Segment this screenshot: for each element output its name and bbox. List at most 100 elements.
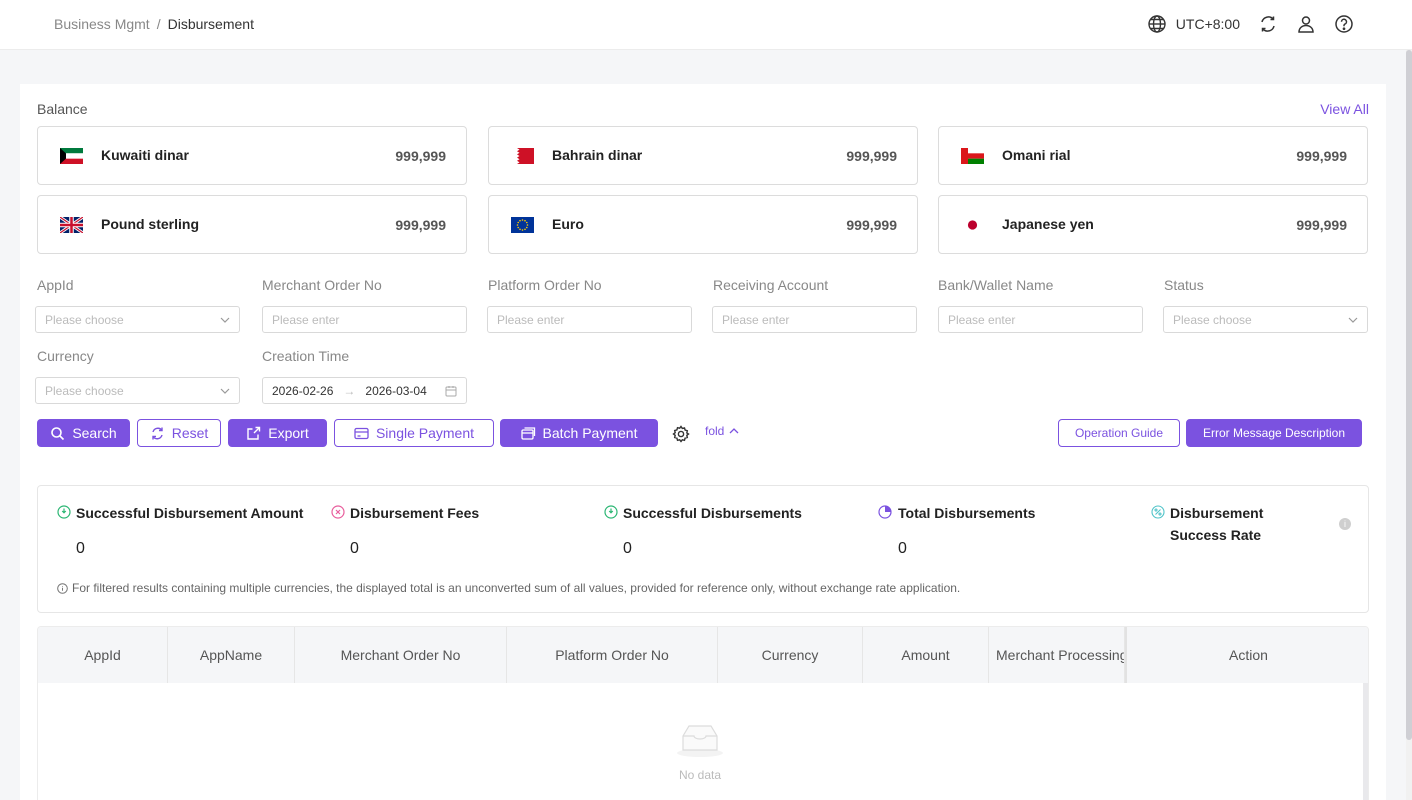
batch-payment-button[interactable]: Batch Payment — [500, 419, 658, 447]
operation-guide-label: Operation Guide — [1074, 426, 1164, 440]
column-header-currency[interactable]: Currency — [718, 627, 863, 683]
stat-value: 0 — [623, 540, 632, 557]
search-icon — [51, 426, 65, 440]
column-header-amount[interactable]: Amount — [863, 627, 989, 683]
timezone-label: UTC+8:00 — [1175, 16, 1240, 32]
help-icon[interactable] — [1334, 14, 1354, 34]
main-panel: Balance View All Kuwaiti dinar 999,999 B… — [20, 84, 1386, 800]
batch-payment-label: Batch Payment — [542, 425, 638, 441]
appid-select[interactable]: Please choose — [35, 306, 240, 333]
gear-icon[interactable] — [672, 425, 690, 443]
status-label: Status — [1164, 277, 1204, 293]
merchant-order-no-input[interactable]: Please enter — [262, 306, 467, 333]
breadcrumb-separator: / — [156, 16, 161, 32]
eu-flag-icon — [511, 217, 534, 233]
card-icon — [354, 427, 369, 439]
user-icon[interactable] — [1296, 14, 1316, 34]
statistics-panel: Successful Disbursement Amount 0 Disburs… — [37, 485, 1369, 613]
status-placeholder: Please choose — [1173, 312, 1252, 327]
uk-flag-icon — [60, 217, 83, 233]
bank-wallet-name-input[interactable]: Please enter — [938, 306, 1143, 333]
chevron-up-icon — [729, 428, 739, 434]
creation-time-range[interactable]: 2026-02-26 → 2026-03-04 — [262, 377, 467, 404]
column-header-platform-order-no[interactable]: Platform Order No — [507, 627, 718, 683]
reset-label: Reset — [171, 425, 209, 441]
receiving-account-input[interactable]: Please enter — [712, 306, 917, 333]
currency-placeholder: Please choose — [45, 383, 124, 398]
status-select[interactable]: Please choose — [1163, 306, 1368, 333]
range-arrow: → — [343, 383, 356, 398]
stat-label: Successful Disbursement Amount — [76, 505, 304, 521]
currency-select[interactable]: Please choose — [35, 377, 240, 404]
export-button[interactable]: Export — [228, 419, 327, 447]
column-header-action: Action — [1125, 627, 1368, 683]
bank-wallet-name-placeholder: Please enter — [948, 312, 1016, 327]
merchant-order-no-placeholder: Please enter — [272, 312, 340, 327]
platform-order-no-input[interactable]: Please enter — [487, 306, 692, 333]
currency-amount: 999,999 — [1296, 217, 1347, 233]
japan-flag-icon — [961, 217, 984, 233]
search-label: Search — [72, 425, 117, 441]
column-header-appname[interactable]: AppName — [168, 627, 295, 683]
success-amount-icon — [57, 505, 71, 519]
top-bar: Business Mgmt / Disbursement UTC+8:00 — [0, 0, 1412, 50]
column-header-merchant-order-no[interactable]: Merchant Order No — [295, 627, 507, 683]
empty-state: No data — [658, 722, 742, 782]
stat-value: 0 — [350, 540, 359, 557]
balance-card-eur[interactable]: Euro 999,999 — [488, 195, 918, 254]
currency-amount: 999,999 — [846, 217, 897, 233]
currency-note: For filtered results containing multiple… — [57, 581, 960, 595]
column-header-appid[interactable]: AppId — [38, 627, 168, 683]
start-date[interactable]: 2026-02-26 — [272, 384, 333, 398]
merchant-order-no-label: Merchant Order No — [262, 277, 382, 293]
reset-button[interactable]: Reset — [137, 419, 221, 447]
bahrain-flag-icon — [511, 148, 534, 164]
breadcrumb: Business Mgmt / Disbursement — [54, 16, 254, 32]
breadcrumb-parent[interactable]: Business Mgmt — [54, 16, 150, 32]
timezone-selector[interactable]: UTC+8:00 — [1147, 14, 1240, 34]
balance-card-bhd[interactable]: Bahrain dinar 999,999 — [488, 126, 918, 185]
table-header: AppId AppName Merchant Order No Platform… — [38, 627, 1368, 683]
currency-amount: 999,999 — [395, 148, 446, 164]
scrollbar-thumb[interactable] — [1406, 50, 1412, 740]
chevron-down-icon — [220, 317, 230, 323]
currency-amount: 999,999 — [1296, 148, 1347, 164]
single-payment-button[interactable]: Single Payment — [334, 419, 494, 447]
header-actions: UTC+8:00 — [1147, 14, 1354, 34]
info-icon[interactable]: i — [1339, 518, 1351, 530]
empty-box-icon — [677, 725, 723, 757]
balance-card-omr[interactable]: Omani rial 999,999 — [938, 126, 1368, 185]
stat-label: Total Disbursements — [898, 505, 1036, 521]
receiving-account-placeholder: Please enter — [722, 312, 790, 327]
balance-card-kwd[interactable]: Kuwaiti dinar 999,999 — [37, 126, 467, 185]
table-scrollbar[interactable] — [1363, 683, 1368, 800]
calendar-icon — [445, 386, 457, 397]
error-message-description-label: Error Message Description — [1202, 426, 1346, 440]
currency-name: Omani rial — [1002, 147, 1071, 163]
balance-card-jpy[interactable]: Japanese yen 999,999 — [938, 195, 1368, 254]
chevron-down-icon — [1348, 317, 1358, 323]
refresh-icon[interactable] — [1258, 14, 1278, 34]
view-all-link[interactable]: View All — [1320, 101, 1369, 117]
chevron-down-icon — [220, 388, 230, 394]
fold-toggle[interactable]: fold — [705, 424, 739, 438]
error-message-description-button[interactable]: Error Message Description — [1186, 419, 1362, 447]
fees-icon — [331, 505, 345, 519]
currency-label: Currency — [37, 348, 94, 364]
end-date[interactable]: 2026-03-04 — [365, 384, 426, 398]
currency-name: Pound sterling — [101, 216, 199, 232]
globe-icon — [1148, 15, 1166, 33]
balance-card-gbp[interactable]: Pound sterling 999,999 — [37, 195, 467, 254]
fold-label: fold — [705, 424, 725, 438]
search-button[interactable]: Search — [37, 419, 130, 447]
currency-amount: 999,999 — [395, 217, 446, 233]
page-scrollbar[interactable] — [1406, 50, 1412, 800]
column-header-merchant-processing[interactable]: Merchant Processing — [989, 627, 1125, 683]
disbursement-table: AppId AppName Merchant Order No Platform… — [37, 626, 1369, 800]
kuwait-flag-icon — [60, 148, 83, 164]
currency-amount: 999,999 — [846, 148, 897, 164]
stat-label: Disbursement Fees — [350, 505, 480, 521]
oman-flag-icon — [961, 148, 984, 164]
info-circle-icon — [57, 582, 68, 594]
operation-guide-button[interactable]: Operation Guide — [1058, 419, 1180, 447]
